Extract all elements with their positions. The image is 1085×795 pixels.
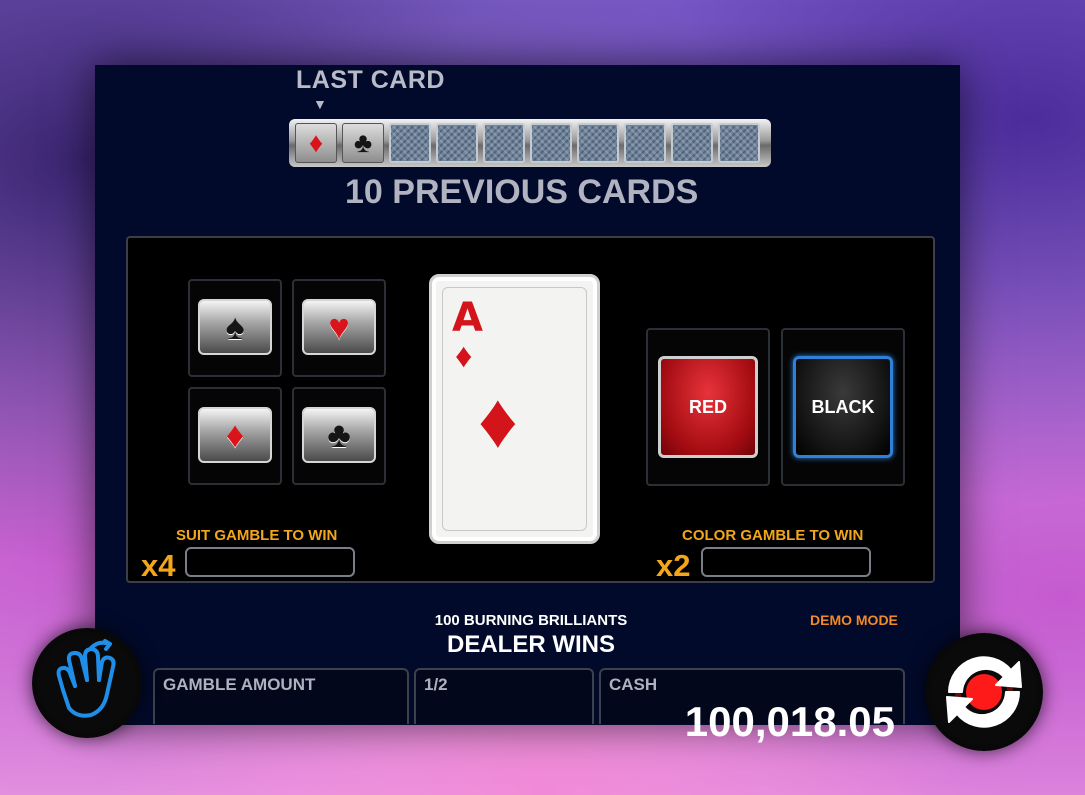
spade-button[interactable]: ♠ xyxy=(198,299,272,355)
current-card: A ♦ ♦ xyxy=(429,274,600,544)
heart-button[interactable]: ♥ xyxy=(302,299,376,355)
game-name: 100 BURNING BRILLIANTS xyxy=(434,612,628,629)
result-message: DEALER WINS xyxy=(447,631,615,658)
cash-box: CASH 100,018.05 xyxy=(599,668,905,745)
suit-slot-diamond: ♦ xyxy=(188,387,282,485)
gamble-amount-box: GAMBLE AMOUNT xyxy=(153,668,409,724)
black-button[interactable]: BLACK xyxy=(793,356,893,458)
half-gamble-label: 1/2 xyxy=(424,675,448,694)
suit-slot-heart: ♥ xyxy=(292,279,386,377)
diamond-button[interactable]: ♦ xyxy=(198,407,272,463)
history-card-club: ♣ xyxy=(342,123,384,163)
previous-cards-label: 10 PREVIOUS CARDS xyxy=(345,173,699,211)
refresh-spin-icon xyxy=(946,656,1022,728)
club-button[interactable]: ♣ xyxy=(302,407,376,463)
suit-gamble-win-value xyxy=(185,547,355,577)
cash-label: CASH xyxy=(609,675,658,694)
suit-multiplier: x4 xyxy=(141,548,176,583)
history-card-back xyxy=(671,123,713,163)
diamond-icon: ♦ xyxy=(308,127,324,158)
half-gamble-box[interactable]: 1/2 xyxy=(414,668,594,724)
history-card-back xyxy=(436,123,478,163)
color-gamble-label: COLOR GAMBLE TO WIN xyxy=(682,527,864,544)
color-slot-black: BLACK xyxy=(781,328,905,486)
club-icon: ♣ xyxy=(353,127,373,158)
demo-mode-badge: DEMO MODE xyxy=(810,612,898,628)
suit-slot-spade: ♠ xyxy=(188,279,282,377)
last-card-arrow-icon: ▼ xyxy=(313,96,327,112)
heart-icon: ♥ xyxy=(328,306,350,347)
history-card-back xyxy=(577,123,619,163)
color-slot-red: RED xyxy=(646,328,770,486)
history-card-back xyxy=(483,123,525,163)
card-corner-diamond-icon: ♦ xyxy=(455,337,473,375)
spin-button[interactable] xyxy=(925,633,1043,751)
suit-gamble-label: SUIT GAMBLE TO WIN xyxy=(176,527,338,544)
cash-value: 100,018.05 xyxy=(684,698,895,745)
card-history-bar: ♦ ♣ xyxy=(289,119,771,167)
red-button[interactable]: RED xyxy=(658,356,758,458)
history-card-back xyxy=(530,123,572,163)
history-card-diamond: ♦ xyxy=(295,123,337,163)
card-center-diamond-icon: ♦ xyxy=(478,376,518,464)
spade-icon: ♠ xyxy=(225,306,245,347)
last-card-label: LAST CARD xyxy=(296,66,445,94)
hand-collect-icon xyxy=(56,639,116,718)
history-card-back xyxy=(389,123,431,163)
club-icon: ♣ xyxy=(327,414,351,455)
history-card-back xyxy=(718,123,760,163)
history-card-back xyxy=(624,123,666,163)
collect-button[interactable] xyxy=(32,628,142,738)
color-multiplier: x2 xyxy=(656,548,691,583)
diamond-icon: ♦ xyxy=(225,414,245,455)
suit-slot-club: ♣ xyxy=(292,387,386,485)
gamble-amount-label: GAMBLE AMOUNT xyxy=(163,675,316,694)
color-gamble-win-value xyxy=(701,547,871,577)
card-rank: A xyxy=(452,295,483,341)
